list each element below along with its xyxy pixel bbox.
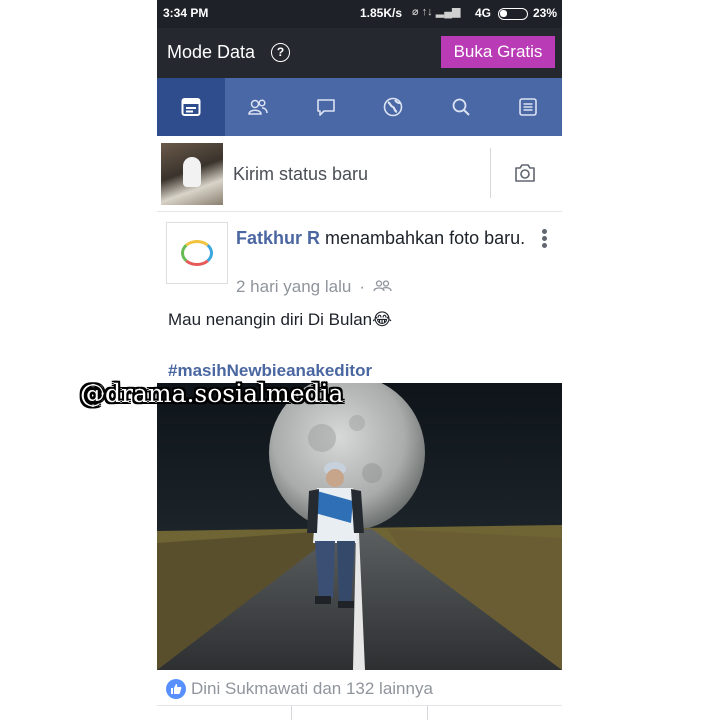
mode-data-bar: Mode Data ? Buka Gratis <box>157 28 562 78</box>
watermark-text: @drama.sosialmedia <box>80 379 344 408</box>
status-composer: Kirim status baru <box>157 136 562 212</box>
action-divider <box>291 706 292 720</box>
phone-screen: 3:34 PM 1.85K/s ⌀ ↑↓ ▂▄▆ 4G 23% Mode Dat… <box>157 0 562 720</box>
friends-icon <box>248 99 268 115</box>
audience-icon <box>373 277 393 296</box>
status-bar: 3:34 PM 1.85K/s ⌀ ↑↓ ▂▄▆ 4G 23% <box>157 0 562 28</box>
battery-icon <box>498 8 528 20</box>
tab-search[interactable] <box>427 78 495 136</box>
buka-gratis-button[interactable]: Buka Gratis <box>441 36 555 68</box>
news-feed-icon <box>181 98 201 116</box>
status-battery: 23% <box>533 6 558 20</box>
signal-icon: ⌀ ↑↓ ▂▄▆ <box>412 6 461 18</box>
top-nav <box>157 78 562 136</box>
author-name[interactable]: Fatkhur R <box>236 228 320 248</box>
logo-icon <box>181 240 213 266</box>
status-input[interactable]: Kirim status baru <box>233 164 368 185</box>
avatar[interactable] <box>161 143 223 205</box>
post-header: Fatkhur R menambahkan foto baru. 2 hari … <box>157 213 562 305</box>
moon-road-image <box>157 383 562 670</box>
status-network: 4G <box>475 6 492 20</box>
tab-friends[interactable] <box>225 78 293 136</box>
mode-data-title: Mode Data <box>167 42 256 62</box>
post-hashtag[interactable]: #masihNewbieanakeditor <box>168 361 372 381</box>
post-title: Fatkhur R menambahkan foto baru. <box>236 225 526 251</box>
search-icon <box>452 98 470 116</box>
like-icon <box>166 679 186 699</box>
divider <box>490 148 491 198</box>
status-time: 3:34 PM <box>163 6 209 20</box>
tab-menu[interactable] <box>495 78 563 136</box>
help-icon[interactable]: ? <box>271 43 290 62</box>
meta-separator: · <box>359 277 365 296</box>
messages-icon <box>316 99 335 116</box>
author-avatar[interactable] <box>166 222 228 284</box>
post-actions <box>157 706 562 720</box>
globe-icon <box>383 97 403 117</box>
post-action: menambahkan foto baru. <box>320 228 526 248</box>
tab-messages[interactable] <box>292 78 360 136</box>
tab-news-feed[interactable] <box>157 78 225 136</box>
post-meta: 2 hari yang lalu · <box>236 277 393 297</box>
post-text: Mau nenangin diri Di Bulan😂 <box>168 310 392 329</box>
reactions-row[interactable]: Dini Sukmawati dan 132 lainnya <box>157 672 562 706</box>
status-speed: 1.85K/s <box>360 6 403 20</box>
action-divider <box>427 706 428 720</box>
tab-notifications[interactable] <box>360 78 428 136</box>
camera-icon[interactable] <box>514 163 536 188</box>
menu-icon <box>519 98 538 116</box>
post-photo[interactable] <box>157 383 562 670</box>
reactions-text[interactable]: Dini Sukmawati dan 132 lainnya <box>191 679 433 699</box>
post-time[interactable]: 2 hari yang lalu <box>236 277 351 296</box>
more-options-icon[interactable] <box>542 229 548 250</box>
